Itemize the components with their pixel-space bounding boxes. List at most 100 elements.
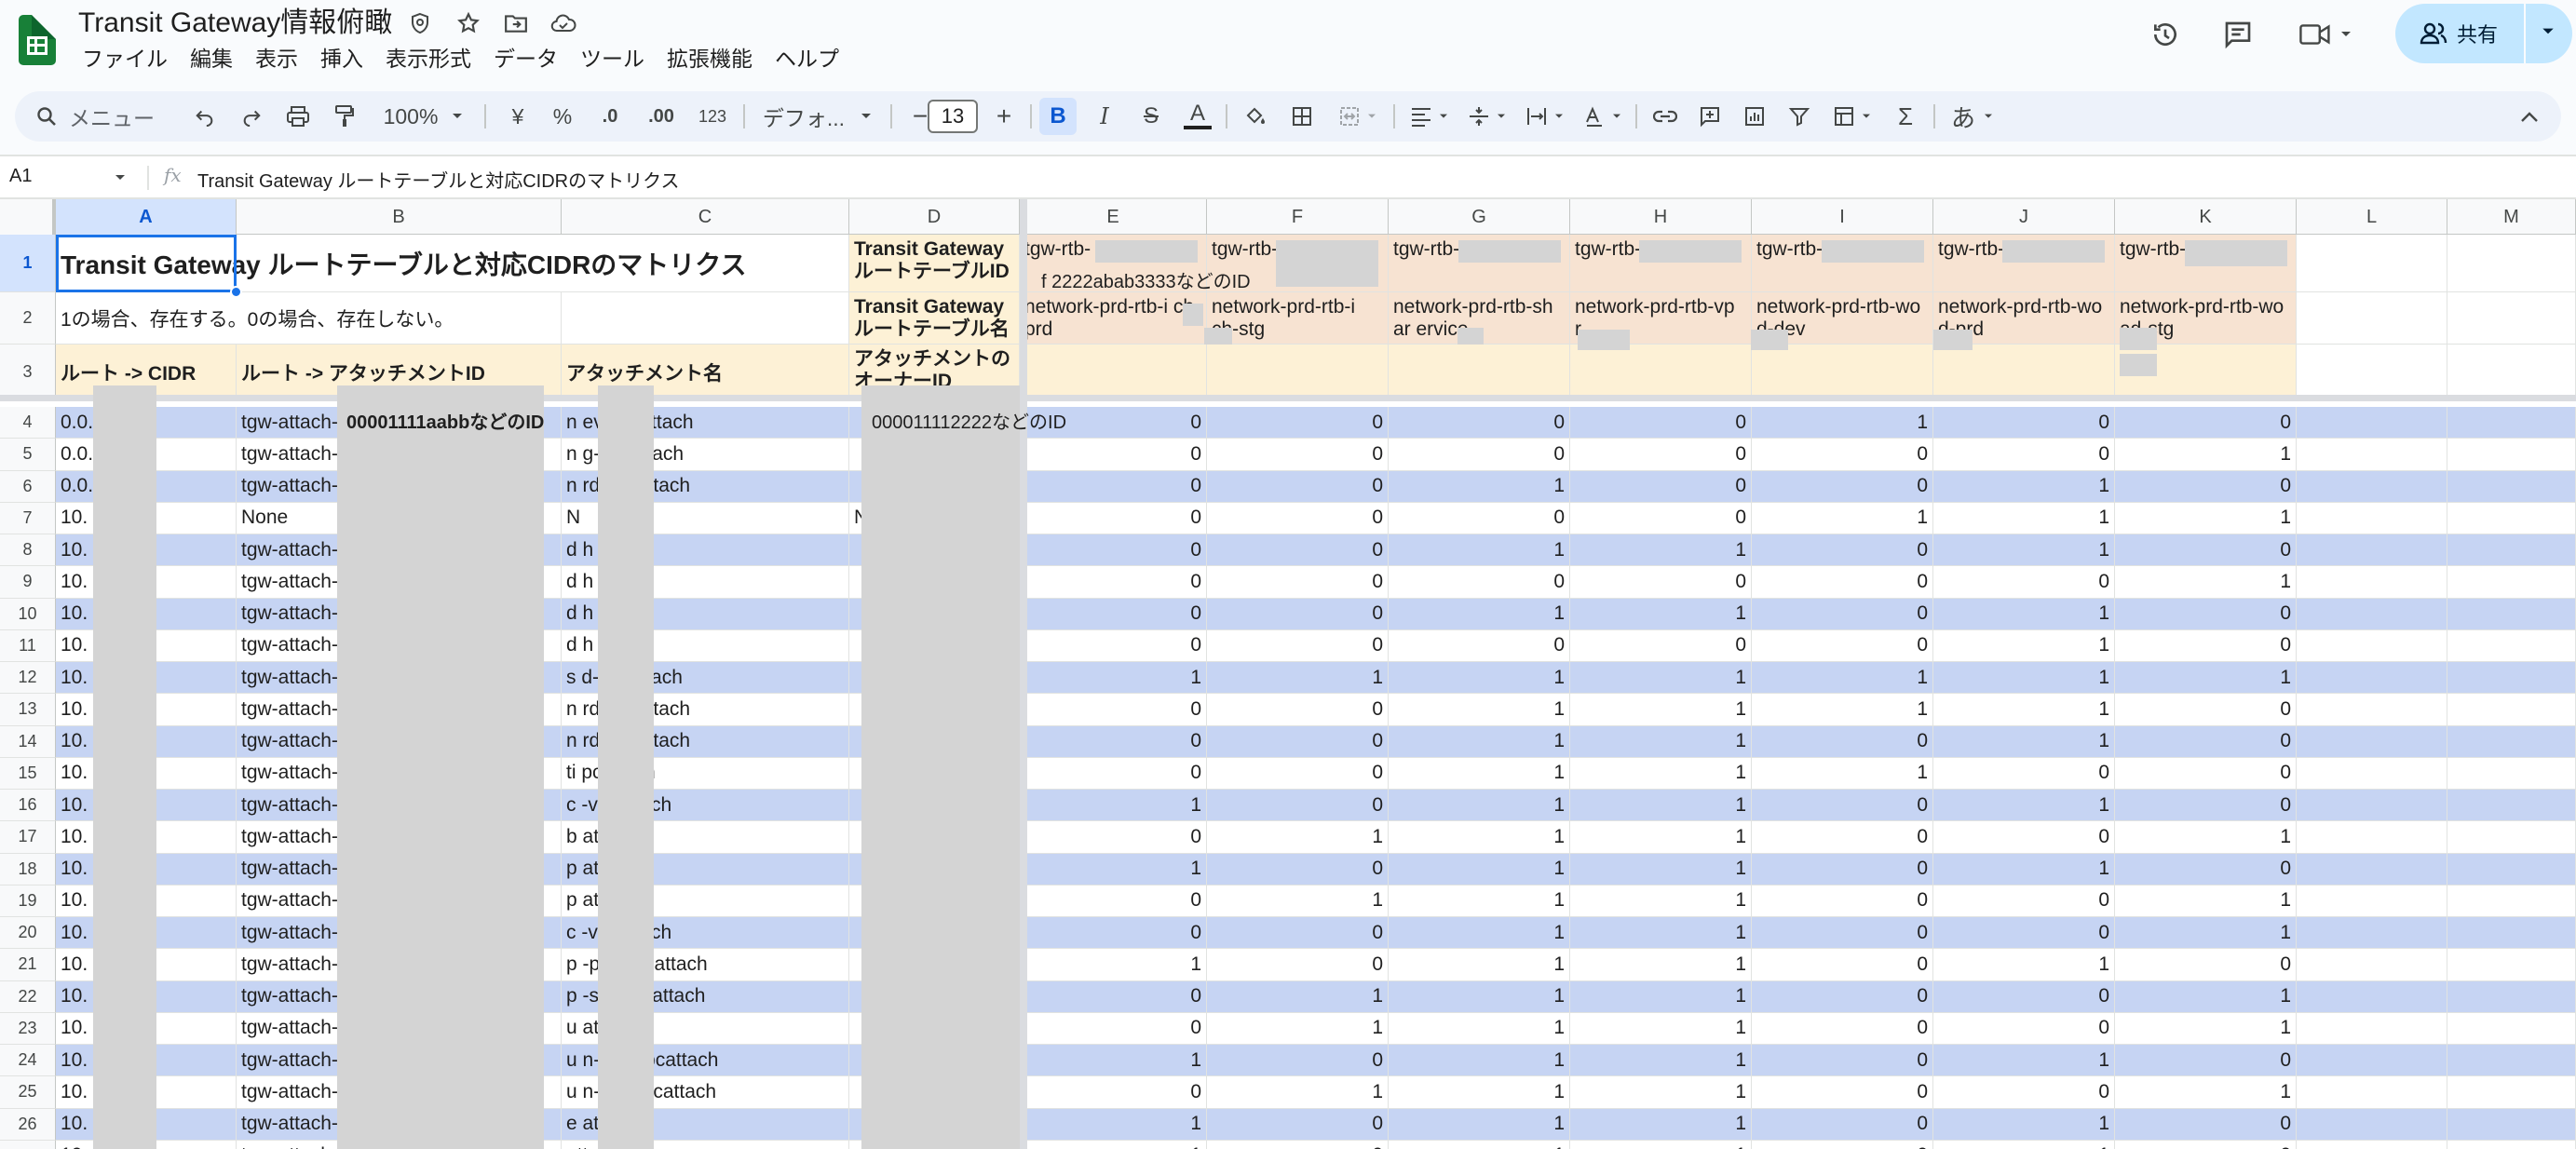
- security-shield-icon[interactable]: [404, 7, 436, 39]
- matrix-value-cell[interactable]: 1: [1389, 662, 1570, 695]
- matrix-value-cell[interactable]: 0: [1020, 1012, 1207, 1045]
- rtb-name-label-cell[interactable]: Transit Gateway ルートテーブル名: [849, 292, 1020, 345]
- row-header[interactable]: 5: [0, 439, 56, 471]
- matrix-value-cell[interactable]: 0: [1752, 534, 1933, 567]
- matrix-value-cell[interactable]: 1: [1933, 694, 2115, 726]
- print-icon[interactable]: [279, 98, 317, 135]
- row-header[interactable]: 8: [0, 534, 56, 567]
- percent-format-button[interactable]: %: [544, 98, 581, 135]
- matrix-value-cell[interactable]: 0: [1752, 566, 1933, 599]
- matrix-value-cell[interactable]: 1: [2115, 662, 2297, 695]
- matrix-value-cell[interactable]: 1: [1933, 949, 2115, 981]
- matrix-value-cell[interactable]: 0: [2115, 598, 2297, 630]
- empty-cell[interactable]: [2447, 292, 2576, 345]
- empty-cell[interactable]: [2297, 821, 2447, 854]
- matrix-value-cell[interactable]: 1: [1389, 1045, 1570, 1077]
- row-header[interactable]: 16: [0, 790, 56, 822]
- empty-cell[interactable]: [2297, 757, 2447, 790]
- row-header[interactable]: 19: [0, 885, 56, 917]
- insert-link-icon[interactable]: [1647, 98, 1684, 135]
- matrix-value-cell[interactable]: 0: [1389, 407, 1570, 439]
- matrix-value-cell[interactable]: 0: [1207, 1108, 1389, 1141]
- matrix-value-cell[interactable]: 0: [1570, 502, 1752, 534]
- matrix-value-cell[interactable]: 0: [2115, 790, 2297, 822]
- matrix-value-cell[interactable]: 1: [1933, 534, 2115, 567]
- matrix-value-cell[interactable]: 0: [2115, 853, 2297, 885]
- empty-cell[interactable]: [2297, 629, 2447, 662]
- empty-cell[interactable]: [2447, 1045, 2576, 1077]
- column-header-m[interactable]: M: [2447, 199, 2576, 235]
- row-header[interactable]: 24: [0, 1045, 56, 1077]
- empty-cell[interactable]: [2297, 407, 2447, 439]
- empty-cell[interactable]: [2447, 790, 2576, 822]
- matrix-value-cell[interactable]: 0: [1933, 821, 2115, 854]
- rtb-id-label-cell[interactable]: Transit Gateway ルートテーブルID: [849, 235, 1020, 292]
- matrix-value-cell[interactable]: 1: [1207, 662, 1389, 695]
- matrix-value-cell[interactable]: 0: [1933, 1076, 2115, 1109]
- matrix-value-cell[interactable]: 0: [2115, 629, 2297, 662]
- row-header[interactable]: 15: [0, 757, 56, 790]
- filter-icon[interactable]: [1781, 98, 1818, 135]
- empty-cell[interactable]: [2297, 790, 2447, 822]
- currency-format-button[interactable]: ¥: [499, 98, 536, 135]
- empty-cell[interactable]: [2447, 235, 2576, 292]
- row-header[interactable]: 13: [0, 694, 56, 726]
- more-formats-button[interactable]: 123: [689, 98, 736, 135]
- empty-cell[interactable]: [2297, 598, 2447, 630]
- column-header-c[interactable]: C: [562, 199, 849, 235]
- matrix-value-cell[interactable]: 0: [1207, 629, 1389, 662]
- matrix-value-cell[interactable]: 0: [2115, 725, 2297, 758]
- matrix-value-cell[interactable]: 1: [1207, 1012, 1389, 1045]
- row-header[interactable]: 3: [0, 345, 56, 400]
- matrix-value-cell[interactable]: 0: [1207, 757, 1389, 790]
- empty-cell[interactable]: [2297, 1108, 2447, 1141]
- column-header-f[interactable]: F: [1207, 199, 1389, 235]
- column-header-b[interactable]: B: [237, 199, 562, 235]
- matrix-value-cell[interactable]: 1: [1933, 470, 2115, 503]
- column-header-g[interactable]: G: [1389, 199, 1570, 235]
- empty-cell[interactable]: [2297, 662, 2447, 695]
- matrix-value-cell[interactable]: 0: [1752, 821, 1933, 854]
- matrix-value-cell[interactable]: 1: [1570, 662, 1752, 695]
- matrix-value-cell[interactable]: 0: [1020, 629, 1207, 662]
- row-header[interactable]: 6: [0, 470, 56, 503]
- matrix-value-cell[interactable]: 1: [1933, 662, 2115, 695]
- empty-cell[interactable]: [2297, 917, 2447, 950]
- matrix-value-cell[interactable]: 0: [1020, 598, 1207, 630]
- empty-cell[interactable]: [562, 292, 849, 345]
- matrix-value-cell[interactable]: 0: [1020, 439, 1207, 471]
- matrix-value-cell[interactable]: 1: [1933, 1140, 2115, 1149]
- empty-cell[interactable]: [2447, 598, 2576, 630]
- row-header[interactable]: 23: [0, 1012, 56, 1045]
- menu-insert[interactable]: 挿入: [309, 43, 374, 74]
- matrix-value-cell[interactable]: 1: [2115, 1012, 2297, 1045]
- text-wrap-icon[interactable]: [1520, 98, 1570, 135]
- matrix-value-cell[interactable]: 1: [1389, 1076, 1570, 1109]
- matrix-value-cell[interactable]: 0: [1752, 725, 1933, 758]
- move-folder-icon[interactable]: [500, 7, 532, 39]
- matrix-value-cell[interactable]: 1: [2115, 980, 2297, 1013]
- font-size-increase-button[interactable]: +: [987, 98, 1021, 135]
- empty-cell[interactable]: [2447, 662, 2576, 695]
- row-header[interactable]: 7: [0, 502, 56, 534]
- fill-color-icon[interactable]: [1235, 98, 1276, 135]
- matrix-value-cell[interactable]: 0: [1207, 598, 1389, 630]
- matrix-value-cell[interactable]: 1: [1933, 1108, 2115, 1141]
- share-button[interactable]: 共有: [2395, 4, 2572, 63]
- row-header[interactable]: 25: [0, 1076, 56, 1109]
- empty-cell[interactable]: [2297, 725, 2447, 758]
- matrix-value-cell[interactable]: 0: [2115, 470, 2297, 503]
- matrix-value-cell[interactable]: 1: [1020, 1108, 1207, 1141]
- matrix-value-cell[interactable]: 1: [1020, 853, 1207, 885]
- row-header[interactable]: 2: [0, 292, 56, 345]
- document-title[interactable]: Transit Gateway情報俯瞰: [78, 6, 392, 41]
- matrix-value-cell[interactable]: 1: [1207, 885, 1389, 917]
- matrix-value-cell[interactable]: 1: [1389, 980, 1570, 1013]
- matrix-value-cell[interactable]: 0: [1389, 502, 1570, 534]
- empty-cell[interactable]: [2447, 821, 2576, 854]
- empty-cell[interactable]: [2447, 917, 2576, 950]
- matrix-value-cell[interactable]: 1: [1389, 1012, 1570, 1045]
- matrix-value-cell[interactable]: 0: [1207, 502, 1389, 534]
- star-icon[interactable]: [453, 7, 484, 39]
- matrix-value-cell[interactable]: 0: [1752, 629, 1933, 662]
